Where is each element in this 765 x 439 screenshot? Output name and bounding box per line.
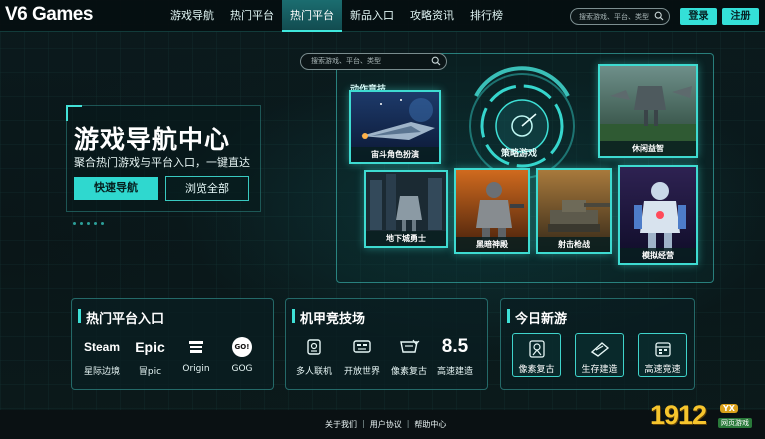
game-card-shooter[interactable]: 射击枪战 [536, 168, 612, 254]
search-icon[interactable] [431, 56, 441, 66]
rating-value: 8.5 [441, 336, 469, 357]
nav-item-hot-platform[interactable]: 热门平台 [222, 0, 282, 32]
footer-link-about[interactable]: 关于我们 [320, 419, 362, 430]
platform-epic[interactable]: Epic 冒pic [130, 336, 170, 377]
game-card-title: 黑暗神殿 [456, 237, 528, 252]
panel-title: 机甲竞技场 [300, 312, 366, 327]
footer-link-help[interactable]: 帮助中心 [409, 419, 451, 430]
game-card-title: 宙斗角色扮演 [351, 147, 439, 162]
platform-label: GOG [231, 364, 253, 374]
footer-link-terms[interactable]: 用户协议 [365, 419, 407, 430]
game-card-title: 地下城勇士 [366, 231, 446, 246]
title-accent-bar [78, 309, 81, 323]
browse-all-button[interactable]: 浏览全部 [165, 176, 249, 201]
game-card-rpg[interactable]: 宙斗角色扮演 [349, 90, 441, 164]
nav-item-guides[interactable]: 攻略资讯 [402, 0, 462, 32]
platform-origin[interactable]: Origin [176, 336, 216, 374]
hero-subtitle: 聚合热门游戏与平台入口，一键直达 [74, 156, 250, 169]
hero-title: 游戏导航中心 [74, 125, 231, 154]
gog-logo: GO! [232, 337, 252, 357]
category-label-strategy: 策略游戏 [501, 149, 538, 159]
mode-label: 开放世界 [343, 367, 380, 377]
mode-speed-build[interactable]: 8.5 高速建造 [435, 336, 475, 377]
steam-logo: Steam [83, 340, 121, 354]
search-input[interactable]: 搜索游戏、平台、类型 [570, 8, 670, 25]
nav-item-rankings[interactable]: 排行榜 [462, 0, 511, 32]
watermark-subtitle: 网页游戏 [718, 418, 752, 428]
platform-gog[interactable]: GO! GOG [222, 336, 262, 374]
quick-nav-button[interactable]: 快速导航 [74, 177, 158, 200]
game-card-title: 模拟经营 [620, 248, 696, 263]
game-card-simulation[interactable]: 模拟经营 [618, 165, 698, 265]
watermark-tag: YX [720, 404, 738, 413]
decorative-dots [73, 222, 104, 225]
calendar-icon [654, 342, 671, 357]
mode-open-world[interactable]: 开放世界 [342, 336, 382, 377]
game-card-puzzle[interactable]: 休闲益智 [598, 64, 698, 158]
title-accent-bar [507, 309, 510, 323]
search-icon[interactable] [654, 11, 664, 21]
site-watermark: 1912 YX 网页游戏 [650, 398, 762, 436]
new-game-label: 高速竞速 [644, 365, 681, 375]
platform-label: 冒pic [138, 367, 162, 377]
new-game-pixel[interactable]: 像素复古 [512, 333, 561, 377]
pixel-icon [400, 339, 420, 353]
mode-pixel-retro[interactable]: 像素复古 [389, 336, 429, 377]
site-logo[interactable]: V6 Games [5, 4, 93, 26]
platform-label: 星际边境 [83, 367, 120, 377]
nav-item-game-nav[interactable]: 游戏导航 [162, 0, 222, 32]
mode-label: 多人联机 [295, 367, 332, 377]
build-icon [590, 342, 609, 357]
mode-multiplayer[interactable]: 多人联机 [294, 336, 334, 377]
platform-steam[interactable]: Steam 星际边境 [82, 336, 122, 377]
epic-logo: Epic [135, 339, 165, 355]
game-card-title: 休闲益智 [600, 141, 696, 156]
game-card-dark-temple[interactable]: 黑暗神殿 [454, 168, 530, 254]
showcase-search-input[interactable]: 搜索游戏、平台、类型 [300, 53, 447, 70]
footer-links: 关于我们 | 用户协议 | 帮助中心 [320, 419, 451, 430]
new-game-label: 像素复古 [518, 365, 555, 375]
new-game-label: 生存建造 [581, 365, 618, 375]
map-pin-icon [528, 340, 545, 358]
mode-label: 像素复古 [390, 367, 427, 377]
top-navbar: V6 Games 游戏导航 热门平台 热门平台 新品入口 攻略资讯 排行榜 搜索… [0, 0, 765, 32]
origin-icon [189, 341, 203, 353]
game-card-title: 射击枪战 [538, 237, 610, 252]
nav-item-hot-platform-active[interactable]: 热门平台 [282, 0, 342, 32]
watermark-number: 1912 [650, 400, 707, 430]
strategy-hud-ring[interactable] [456, 66, 588, 184]
mode-label: 高速建造 [436, 367, 473, 377]
nav-item-new-releases[interactable]: 新品入口 [342, 0, 402, 32]
login-button[interactable]: 登录 [680, 8, 717, 25]
multiplayer-icon [307, 339, 321, 355]
main-nav: 游戏导航 热门平台 热门平台 新品入口 攻略资讯 排行榜 [162, 0, 511, 32]
new-game-racing[interactable]: 高速竞速 [638, 333, 687, 377]
hero-card: 游戏导航中心 聚合热门游戏与平台入口，一键直达 快速导航 浏览全部 [66, 105, 261, 212]
title-accent-bar [292, 309, 295, 323]
platform-label: Origin [182, 364, 210, 374]
open-world-icon [353, 340, 371, 353]
panel-title: 今日新游 [515, 312, 568, 327]
register-button[interactable]: 注册 [722, 8, 759, 25]
showcase-search-placeholder: 搜索游戏、平台、类型 [311, 57, 381, 65]
search-placeholder: 搜索游戏、平台、类型 [579, 12, 649, 21]
panel-title: 热门平台入口 [86, 312, 165, 327]
game-card-dungeon[interactable]: 地下城勇士 [364, 170, 448, 248]
new-game-survival[interactable]: 生存建造 [575, 333, 624, 377]
